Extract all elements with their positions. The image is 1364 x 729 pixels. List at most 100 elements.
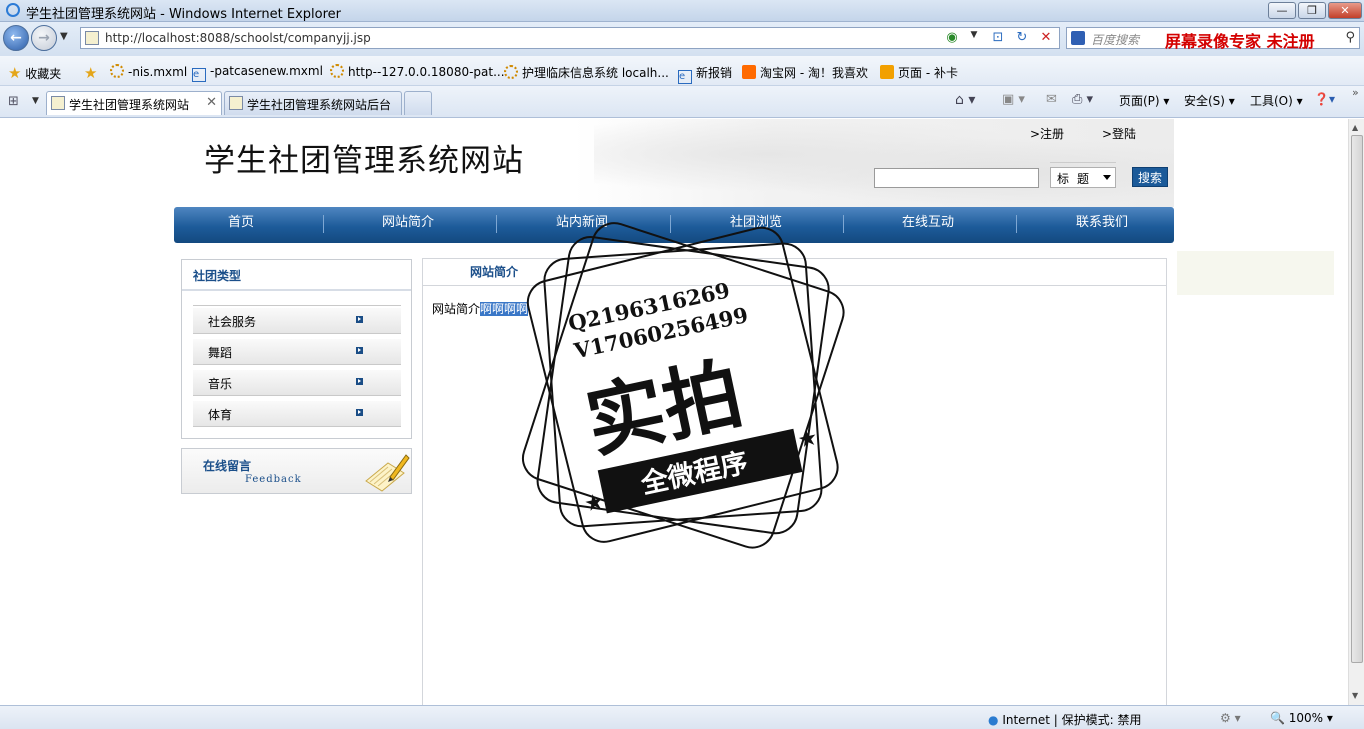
site-title: 学生社团管理系统网站 — [204, 143, 524, 179]
zoom-control[interactable]: 🔍 100% ▾ — [1270, 711, 1333, 725]
page-icon — [229, 96, 243, 110]
refresh-icon[interactable]: ↻ — [1013, 30, 1031, 47]
scroll-up-icon[interactable]: ▲ — [1352, 123, 1358, 132]
message-subtitle: Feedback — [245, 474, 302, 485]
fav-item-3[interactable]: 护理临床信息系统 localh... — [504, 64, 669, 81]
tab-list-dropdown-icon[interactable]: ▼ — [32, 96, 39, 106]
close-window-button[interactable]: ✕ — [1328, 2, 1362, 19]
loading-icon — [330, 64, 344, 78]
nav-separator — [496, 215, 497, 233]
fav-item-0[interactable]: -nis.mxml — [110, 64, 187, 79]
club-type-panel: 社团类型 社会服务 舞蹈 音乐 体育 — [181, 259, 412, 439]
security-icon[interactable]: ⚙ ▾ — [1220, 711, 1241, 725]
search-button[interactable]: 搜索 — [1132, 167, 1168, 187]
recorder-watermark: 屏幕录像专家 未注册 — [1165, 32, 1315, 51]
arrow-right-icon — [356, 347, 363, 354]
loading-icon — [504, 65, 518, 79]
feeds-icon[interactable]: ▣ ▾ — [1002, 92, 1025, 107]
scroll-down-icon[interactable]: ▼ — [1352, 691, 1358, 700]
star-icon: ★ — [8, 64, 22, 82]
forward-button[interactable]: → — [31, 25, 57, 51]
minimize-button[interactable]: — — [1268, 2, 1296, 19]
ie-page-icon: e — [192, 68, 206, 82]
internet-zone[interactable]: ● Internet | 保护模式: 禁用 — [988, 711, 1142, 728]
globe-icon: ● — [988, 713, 999, 727]
address-toolbar: ← → ▼ http://localhost:8088/schoolst/com… — [0, 22, 1364, 56]
decorative-strip — [1177, 251, 1334, 295]
search-type-select[interactable]: 标题 — [1050, 167, 1116, 188]
nav-interaction[interactable]: 在线互动 — [858, 207, 998, 243]
nav-contact[interactable]: 联系我们 — [1032, 207, 1172, 243]
rss-icon[interactable]: ⊡ — [989, 30, 1007, 47]
favorites-bar: ★ 收藏夹 ★ -nis.mxml e -patcasenew.mxml http… — [0, 56, 1364, 86]
compat-view-icon[interactable]: ◉ — [943, 30, 961, 47]
club-type-title: 社团类型 — [193, 269, 242, 283]
print-icon[interactable]: ⎙ ▾ — [1072, 92, 1093, 107]
vertical-scrollbar[interactable]: ▲ ▼ — [1348, 119, 1364, 705]
tab-admin[interactable]: 学生社团管理系统网站后台 — [224, 91, 402, 115]
message-title: 在线留言 — [203, 459, 252, 473]
fav-item-2[interactable]: http--127.0.0.18080-pat... — [330, 64, 505, 79]
nav-separator — [1016, 215, 1017, 233]
url-text: http://localhost:8088/schoolst/companyjj… — [105, 31, 371, 45]
site-header: 学生社团管理系统网站 >注册 >登陆 标题 搜索 — [174, 119, 1174, 207]
loading-icon — [110, 64, 124, 78]
tab-admin-label: 学生社团管理系统网站后台 — [247, 98, 392, 112]
page-menu[interactable]: 页面(P) ▾ — [1119, 92, 1169, 109]
mail-icon[interactable]: ✉ — [1046, 92, 1057, 107]
quick-tabs-icon[interactable]: ⊞ — [8, 94, 19, 109]
close-tab-icon[interactable]: ✕ — [206, 95, 217, 110]
taobao-icon — [742, 65, 756, 79]
restore-button[interactable]: ❐ — [1298, 2, 1326, 19]
add-favorite-icon[interactable]: ★ — [84, 64, 97, 82]
address-field[interactable]: http://localhost:8088/schoolst/companyjj… — [80, 27, 1060, 49]
keyword-input[interactable] — [874, 168, 1039, 188]
star-icon: ★ — [795, 425, 820, 454]
arrow-right-icon — [356, 409, 363, 416]
url-dropdown-icon[interactable]: ▼ — [965, 30, 983, 47]
new-tab-button[interactable] — [404, 91, 432, 115]
body-text: 网站简介 — [432, 302, 481, 316]
search-placeholder: 百度搜索 — [1091, 33, 1140, 47]
zoom-icon: 🔍 — [1270, 711, 1285, 725]
ie-page-icon: e — [678, 70, 692, 84]
page-icon — [85, 31, 99, 45]
category-item[interactable]: 体育 — [193, 401, 401, 427]
nav-separator — [323, 215, 324, 233]
favorites-button[interactable]: ★ 收藏夹 — [8, 64, 61, 82]
category-item[interactable]: 音乐 — [193, 370, 401, 396]
baidu-icon — [1071, 31, 1085, 45]
online-message-panel[interactable]: 在线留言 Feedback — [181, 448, 412, 494]
stop-icon[interactable]: ✕ — [1037, 30, 1055, 47]
status-bar: ● Internet | 保护模式: 禁用 ⚙ ▾ 🔍 100% ▾ — [0, 705, 1364, 729]
arrow-right-icon — [356, 378, 363, 385]
category-item[interactable]: 舞蹈 — [193, 339, 401, 365]
login-link[interactable]: >登陆 — [1102, 125, 1136, 142]
search-field[interactable]: 百度搜索 屏幕录像专家 未注册 ⚲ — [1066, 27, 1360, 51]
category-item[interactable]: 社会服务 — [193, 308, 401, 334]
nav-about[interactable]: 网站简介 — [338, 207, 478, 243]
register-link[interactable]: >注册 — [1030, 125, 1064, 142]
chevron-more-icon[interactable]: » — [1352, 86, 1359, 99]
back-button[interactable]: ← — [3, 25, 29, 51]
history-dropdown-icon[interactable]: ▼ — [60, 31, 68, 42]
fav-item-6[interactable]: 页面 - 补卡 — [880, 64, 958, 81]
home-icon[interactable]: ⌂ ▾ — [955, 92, 975, 108]
page-icon — [51, 96, 65, 110]
fav-item-1[interactable]: e -patcasenew.mxml — [192, 64, 323, 82]
scroll-thumb[interactable] — [1351, 135, 1363, 663]
divider — [193, 305, 401, 306]
tab-site[interactable]: 学生社团管理系统网站 ✕ — [46, 91, 222, 115]
nav-home[interactable]: 首页 — [174, 207, 308, 243]
fav-item-5[interactable]: 淘宝网 - 淘！我喜欢 — [742, 64, 868, 81]
help-icon[interactable]: ❓▾ — [1314, 92, 1335, 106]
search-go-icon[interactable]: ⚲ — [1345, 30, 1355, 45]
fav-item-4[interactable]: e 新报销 — [678, 64, 732, 84]
window-title: 学生社团管理系统网站 - Windows Internet Explorer — [26, 7, 341, 22]
watermark-stamp: Q2196316269 V17060256499 实拍 全微程序 ★ ★ — [521, 222, 845, 549]
tools-menu[interactable]: 工具(O) ▾ — [1250, 92, 1303, 109]
world-map-background — [594, 119, 1174, 207]
page-icon — [880, 65, 894, 79]
safety-menu[interactable]: 安全(S) ▾ — [1184, 92, 1235, 109]
chevron-down-icon — [1103, 175, 1111, 180]
